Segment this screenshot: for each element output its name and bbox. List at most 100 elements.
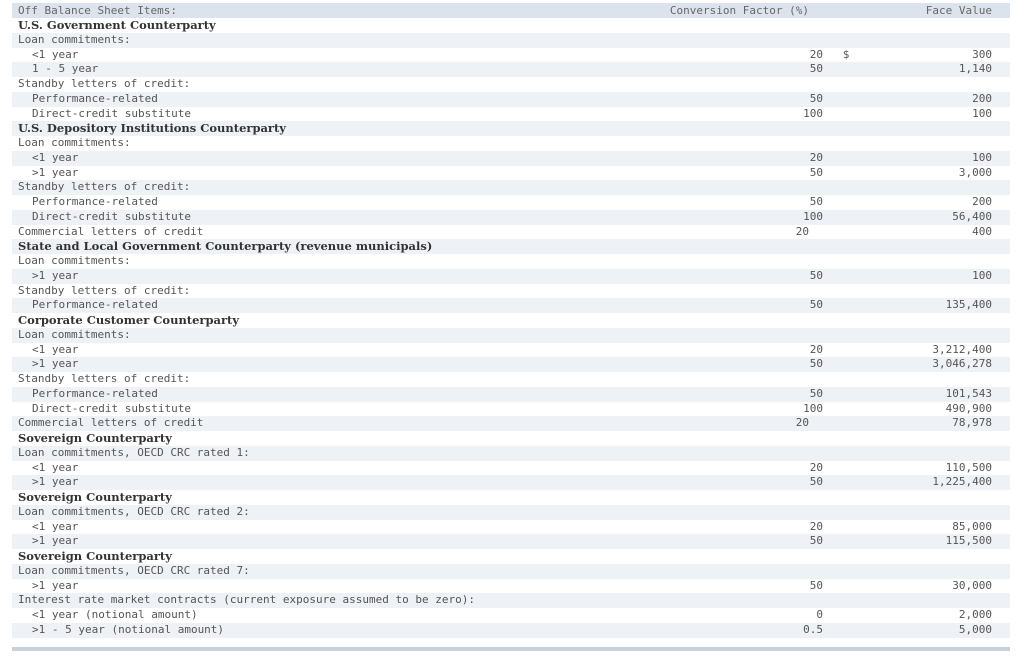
conversion-factor-cell: 50 [809, 195, 823, 208]
currency-symbol-cell [817, 431, 847, 446]
conversion-factor-cell [658, 121, 817, 136]
conversion-factor-cell [658, 33, 817, 48]
table-body: U.S. Government Counterparty Loan commitm… [12, 18, 1010, 638]
table-bottom-rule [12, 647, 1010, 651]
table-row: Performance-related 50 135,400 [12, 298, 1010, 313]
conversion-factor-cell [658, 490, 817, 505]
currency-symbol-cell [817, 416, 847, 431]
table-row: Direct-credit substitute 100 490,900 [12, 402, 1010, 417]
face-value-cell [847, 564, 1010, 579]
face-value-cell: 30,000 [952, 578, 992, 592]
row-label: Direct-credit substitute [32, 106, 191, 120]
conversion-factor-cell [658, 136, 817, 151]
row-label: 1 - 5 year [32, 62, 99, 76]
row-label: Standby letters of credit: [18, 77, 191, 90]
section-heading-row: U.S. Government Counterparty [12, 18, 1010, 33]
row-label: Performance-related [32, 298, 158, 312]
header-currency-spacer [817, 3, 847, 18]
conversion-factor-cell: 50 [809, 165, 823, 179]
face-value-cell [847, 328, 1010, 343]
face-value-cell [847, 33, 1010, 48]
face-value-cell: 135,400 [945, 298, 992, 312]
conversion-factor-cell: 50 [809, 578, 823, 592]
currency-symbol-cell [817, 254, 847, 269]
row-label: Loan commitments: [18, 32, 131, 46]
table-row: >1 year 50 3,000 [12, 166, 1010, 181]
section-heading-row: Corporate Customer Counterparty [12, 313, 1010, 328]
row-label: <1 year [32, 460, 79, 474]
face-value-cell: 100 [972, 150, 992, 164]
conversion-factor-cell: 50 [809, 268, 823, 282]
row-label: Standby letters of credit: [18, 180, 191, 194]
table-row: Loan commitments, OECD CRC rated 7: [12, 563, 1010, 579]
conversion-factor-cell: 100 [803, 209, 823, 223]
currency-symbol-cell [817, 490, 847, 505]
conversion-factor-cell [658, 505, 817, 520]
currency-symbol-cell [817, 33, 847, 48]
currency-symbol-cell [817, 313, 847, 328]
table-row: Standby letters of credit: [12, 180, 1010, 195]
table-row: Standby letters of credit: [12, 284, 1010, 299]
table-row: <1 year (notional amount) 0 2,000 [12, 608, 1010, 623]
conversion-factor-cell: 100 [803, 401, 823, 415]
table-row: Standby letters of credit: [12, 372, 1010, 387]
table-row: <1 year 20 110,500 [12, 461, 1010, 476]
table-row: Loan commitments, OECD CRC rated 2: [12, 504, 1010, 520]
conversion-factor-cell: 50 [809, 357, 823, 371]
conversion-factor-cell: 20 [795, 224, 809, 238]
face-value-cell [847, 77, 1010, 92]
conversion-factor-cell: 20 [809, 342, 823, 356]
conversion-factor-cell: 0 [816, 608, 823, 621]
currency-symbol-cell [831, 402, 861, 417]
face-value-cell: 300 [972, 47, 992, 61]
face-value-cell: 85,000 [952, 519, 992, 533]
face-value-cell: 100 [972, 268, 992, 282]
row-label: Standby letters of credit: [18, 283, 191, 297]
conversion-factor-cell: 20 [809, 47, 823, 61]
row-label: Sovereign Counterparty [18, 549, 172, 563]
table-row: >1 - 5 year (notional amount) 0.5 5,000 [12, 622, 1010, 638]
currency-symbol-cell [817, 505, 847, 520]
currency-symbol-cell [817, 225, 847, 240]
currency-symbol-cell [817, 372, 847, 387]
row-label: Loan commitments: [18, 327, 131, 341]
currency-symbol-cell [831, 461, 861, 476]
conversion-factor-cell: 0.5 [803, 622, 823, 636]
table-row: Commercial letters of credit 20 78,978 [12, 416, 1010, 431]
currency-symbol-cell [817, 239, 847, 254]
currency-symbol-cell [817, 593, 847, 608]
conversion-factor-cell [658, 180, 817, 195]
row-label: >1 - 5 year (notional amount) [32, 622, 225, 636]
row-label: Performance-related [32, 386, 158, 400]
table-row: >1 year 50 3,046,278 [12, 357, 1010, 372]
row-label: <1 year [32, 150, 79, 164]
currency-symbol-cell [831, 210, 861, 225]
table-row: <1 year 20 100 [12, 150, 1010, 166]
table-row: Loan commitments: [12, 136, 1010, 151]
face-value-cell [847, 593, 1010, 608]
row-label: Performance-related [32, 195, 158, 208]
table-row: <1 year 20 $300 [12, 48, 1010, 63]
face-value-cell: 3,000 [958, 165, 992, 179]
conversion-factor-cell [658, 431, 817, 446]
off-balance-sheet-table: Off Balance Sheet Items: Conversion Fact… [12, 3, 1010, 638]
currency-symbol-cell [817, 446, 847, 461]
face-value-cell: 78,978 [952, 416, 992, 430]
currency-symbol-cell [831, 166, 861, 181]
face-value-cell [847, 431, 1010, 446]
conversion-factor-cell [658, 549, 817, 564]
face-value-cell: 100 [972, 106, 992, 120]
conversion-factor-cell: 20 [809, 150, 823, 164]
conversion-factor-cell [658, 328, 817, 343]
currency-symbol-cell [831, 608, 861, 623]
row-label: Loan commitments, OECD CRC rated 2: [18, 504, 250, 518]
row-label: Loan commitments, OECD CRC rated 7: [18, 563, 250, 577]
currency-symbol-cell [831, 151, 861, 166]
currency-symbol-cell [831, 195, 861, 210]
row-label: <1 year (notional amount) [32, 608, 198, 621]
face-value-cell [847, 18, 1010, 33]
face-value-cell [847, 372, 1010, 387]
section-heading-row: Sovereign Counterparty [12, 549, 1010, 564]
currency-symbol-cell [817, 77, 847, 92]
table-row: Commercial letters of credit 20 400 [12, 225, 1010, 240]
